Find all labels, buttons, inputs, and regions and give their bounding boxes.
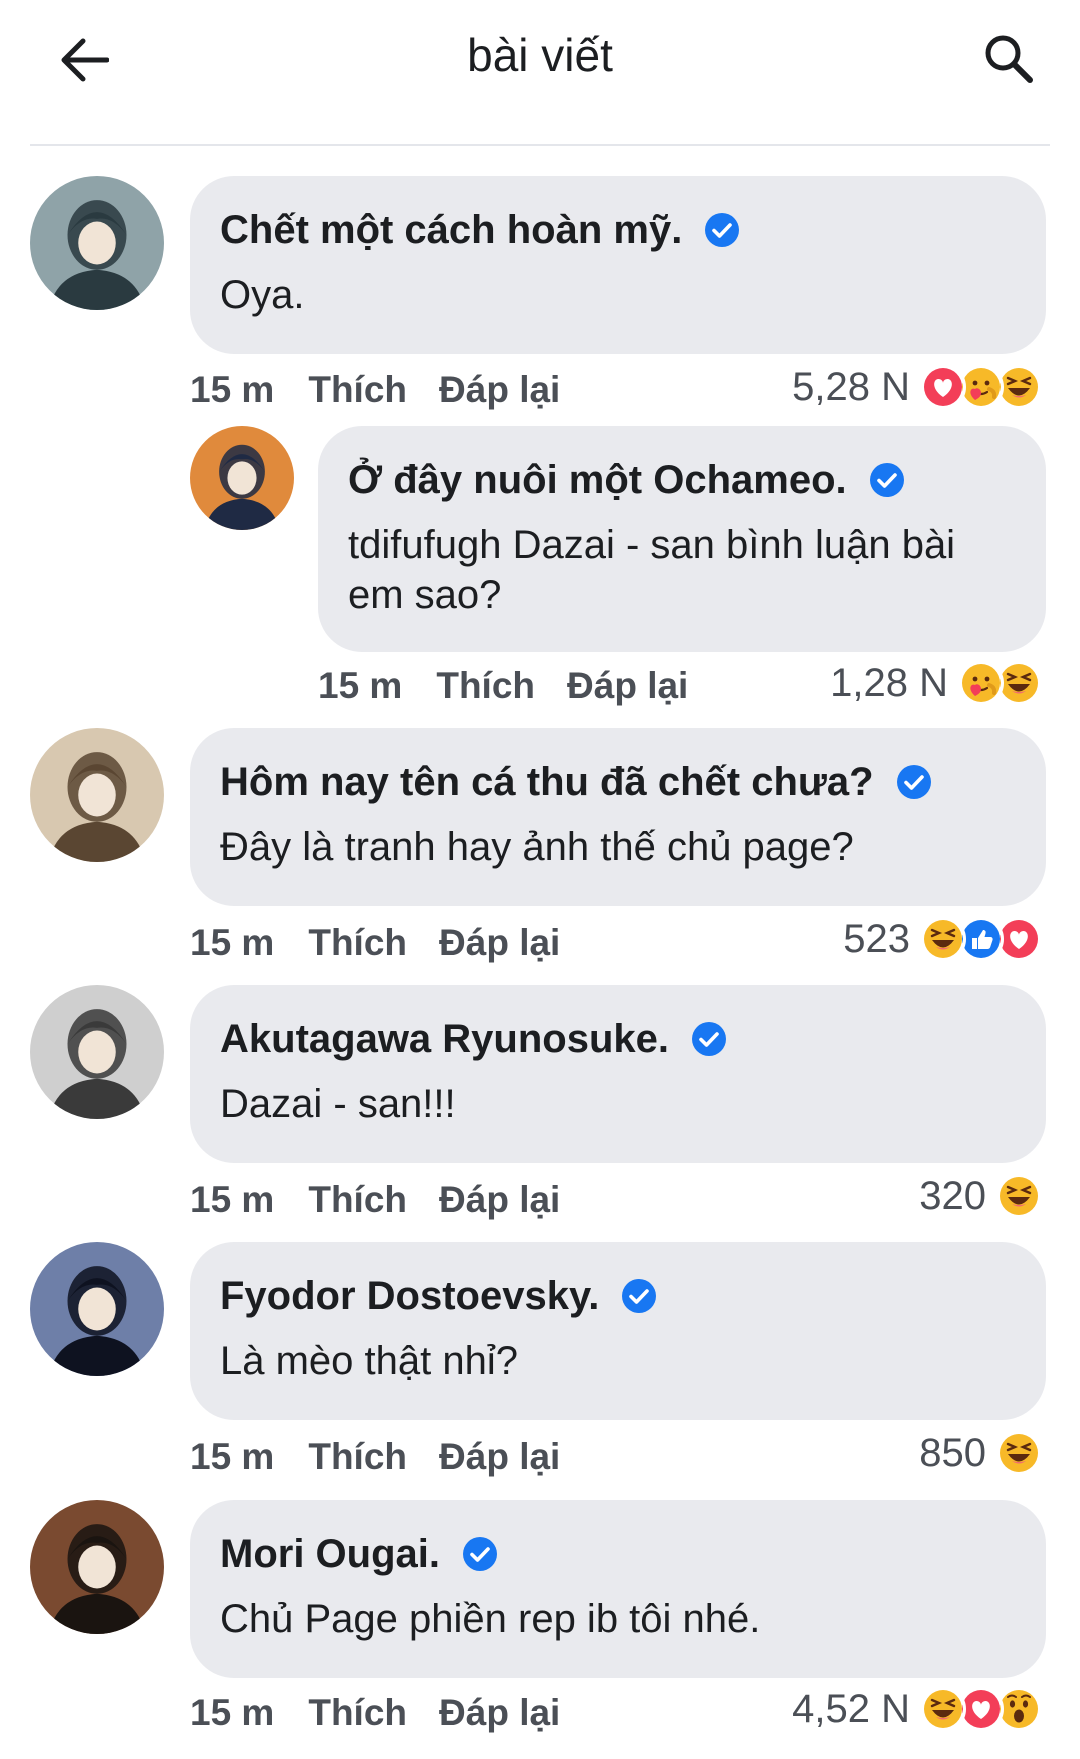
verified-badge-icon	[896, 765, 931, 799]
verified-badge-icon	[869, 463, 904, 497]
verified-badge-icon	[463, 1537, 497, 1571]
like-button[interactable]: Thích	[436, 665, 535, 707]
haha-reaction-icon	[996, 1173, 1042, 1219]
comment-text: Chủ Page phiền rep ib tôi nhé.	[220, 1597, 761, 1641]
comment-meta: 15 m Thích Đáp lại	[190, 1175, 592, 1225]
comment-bubble[interactable]: Mori Ougai. Chủ Page phiền rep ib tôi nh…	[190, 1500, 1046, 1678]
author-name[interactable]: Akutagawa Ryunosuke.	[220, 1015, 669, 1063]
like-button[interactable]: Thích	[308, 369, 407, 411]
comment-meta: 15 m Thích Đáp lại	[190, 365, 592, 415]
comment-bubble[interactable]: Hôm nay tên cá thu đã chết chưa? Đây là …	[190, 728, 1046, 906]
author-name[interactable]: Hôm nay tên cá thu đã chết chưa?	[220, 758, 874, 806]
haha-reaction-icon	[996, 1430, 1042, 1476]
comment-bubble[interactable]: Akutagawa Ryunosuke. Dazai - san!!!	[190, 985, 1046, 1163]
comment-bubble[interactable]: Chết một cách hoàn mỹ. Oya.	[190, 176, 1046, 354]
love-reaction-icon	[920, 364, 966, 410]
author-name[interactable]: Ở đây nuôi một Ochameo.	[348, 456, 847, 504]
reaction-count: 850	[919, 1430, 986, 1475]
reaction-summary[interactable]: 1,28 N	[830, 658, 1042, 708]
reaction-count: 1,28 N	[830, 660, 948, 705]
avatar-image	[190, 426, 294, 530]
comment-author[interactable]: Mori Ougai.	[220, 1530, 1016, 1578]
comment-text: Là mèo thật nhỉ?	[220, 1339, 518, 1383]
avatar[interactable]	[30, 728, 164, 862]
reaction-summary[interactable]: 523	[843, 914, 1042, 964]
comment-time: 15 m	[190, 922, 275, 963]
comment-meta: 15 m Thích Đáp lại	[318, 661, 720, 711]
avatar[interactable]	[30, 1500, 164, 1634]
reply-button[interactable]: Đáp lại	[567, 665, 688, 707]
search-icon	[985, 35, 1033, 83]
comment-text: tdifufugh Dazai - san bình luận bài em s…	[348, 523, 956, 617]
avatar-image	[30, 1500, 164, 1634]
comment-meta: 15 m Thích Đáp lại	[190, 1432, 592, 1482]
comment-bubble[interactable]: Fyodor Dostoevsky. Là mèo thật nhỉ?	[190, 1242, 1046, 1420]
verified-badge-icon	[692, 1022, 727, 1056]
comment-text: Đây là tranh hay ảnh thế chủ page?	[220, 825, 854, 869]
like-button[interactable]: Thích	[308, 1179, 407, 1221]
care-reaction-icon	[958, 660, 1004, 706]
comment-time: 15 m	[190, 369, 275, 410]
reaction-count: 523	[843, 916, 910, 961]
comment-meta: 15 m Thích Đáp lại	[190, 918, 592, 968]
reaction-summary[interactable]: 320	[919, 1171, 1042, 1221]
search-button[interactable]	[976, 26, 1040, 90]
reaction-count: 320	[919, 1173, 986, 1218]
verified-badge-icon	[705, 213, 740, 247]
avatar[interactable]	[30, 1242, 164, 1376]
comment-text: Oya.	[220, 273, 305, 317]
comment-author[interactable]: Chết một cách hoàn mỹ.	[220, 206, 1016, 254]
reply-button[interactable]: Đáp lại	[439, 922, 560, 964]
avatar-image	[30, 176, 164, 310]
comment-meta: 15 m Thích Đáp lại	[190, 1688, 592, 1738]
comment-text: Dazai - san!!!	[220, 1082, 456, 1126]
reply-button[interactable]: Đáp lại	[439, 369, 560, 411]
avatar-image	[30, 728, 164, 862]
haha-reaction-icon	[920, 916, 966, 962]
comment-time: 15 m	[318, 665, 403, 706]
top-bar: bài viết	[0, 0, 1080, 146]
like-button[interactable]: Thích	[308, 922, 407, 964]
avatar-image	[30, 985, 164, 1119]
like-button[interactable]: Thích	[308, 1692, 407, 1734]
header-divider	[30, 144, 1050, 146]
author-name[interactable]: Chết một cách hoàn mỹ.	[220, 206, 682, 254]
avatar[interactable]	[30, 985, 164, 1119]
reply-button[interactable]: Đáp lại	[439, 1179, 560, 1221]
comment-time: 15 m	[190, 1436, 275, 1477]
haha-reaction-icon	[920, 1686, 966, 1732]
avatar[interactable]	[30, 176, 164, 310]
comment-author[interactable]: Ở đây nuôi một Ochameo.	[348, 456, 1016, 504]
reply-button[interactable]: Đáp lại	[439, 1692, 560, 1734]
comment-bubble[interactable]: Ở đây nuôi một Ochameo. tdifufugh Dazai …	[318, 426, 1046, 652]
like-button[interactable]: Thích	[308, 1436, 407, 1478]
avatar-image	[30, 1242, 164, 1376]
author-name[interactable]: Fyodor Dostoevsky.	[220, 1272, 599, 1320]
comment-time: 15 m	[190, 1692, 275, 1733]
reaction-count: 4,52 N	[792, 1686, 910, 1731]
reaction-summary[interactable]: 850	[919, 1428, 1042, 1478]
page-title: bài viết	[467, 29, 613, 81]
verified-badge-icon	[622, 1279, 657, 1313]
comment-author[interactable]: Akutagawa Ryunosuke.	[220, 1015, 1016, 1063]
reaction-summary[interactable]: 5,28 N	[792, 362, 1042, 412]
avatar[interactable]	[190, 426, 294, 530]
reaction-summary[interactable]: 4,52 N	[792, 1684, 1042, 1734]
comment-time: 15 m	[190, 1179, 275, 1220]
reply-button[interactable]: Đáp lại	[439, 1436, 560, 1478]
comment-author[interactable]: Hôm nay tên cá thu đã chết chưa?	[220, 758, 1016, 806]
author-name[interactable]: Mori Ougai.	[220, 1530, 440, 1578]
reaction-count: 5,28 N	[792, 364, 910, 409]
comment-author[interactable]: Fyodor Dostoevsky.	[220, 1272, 1016, 1320]
